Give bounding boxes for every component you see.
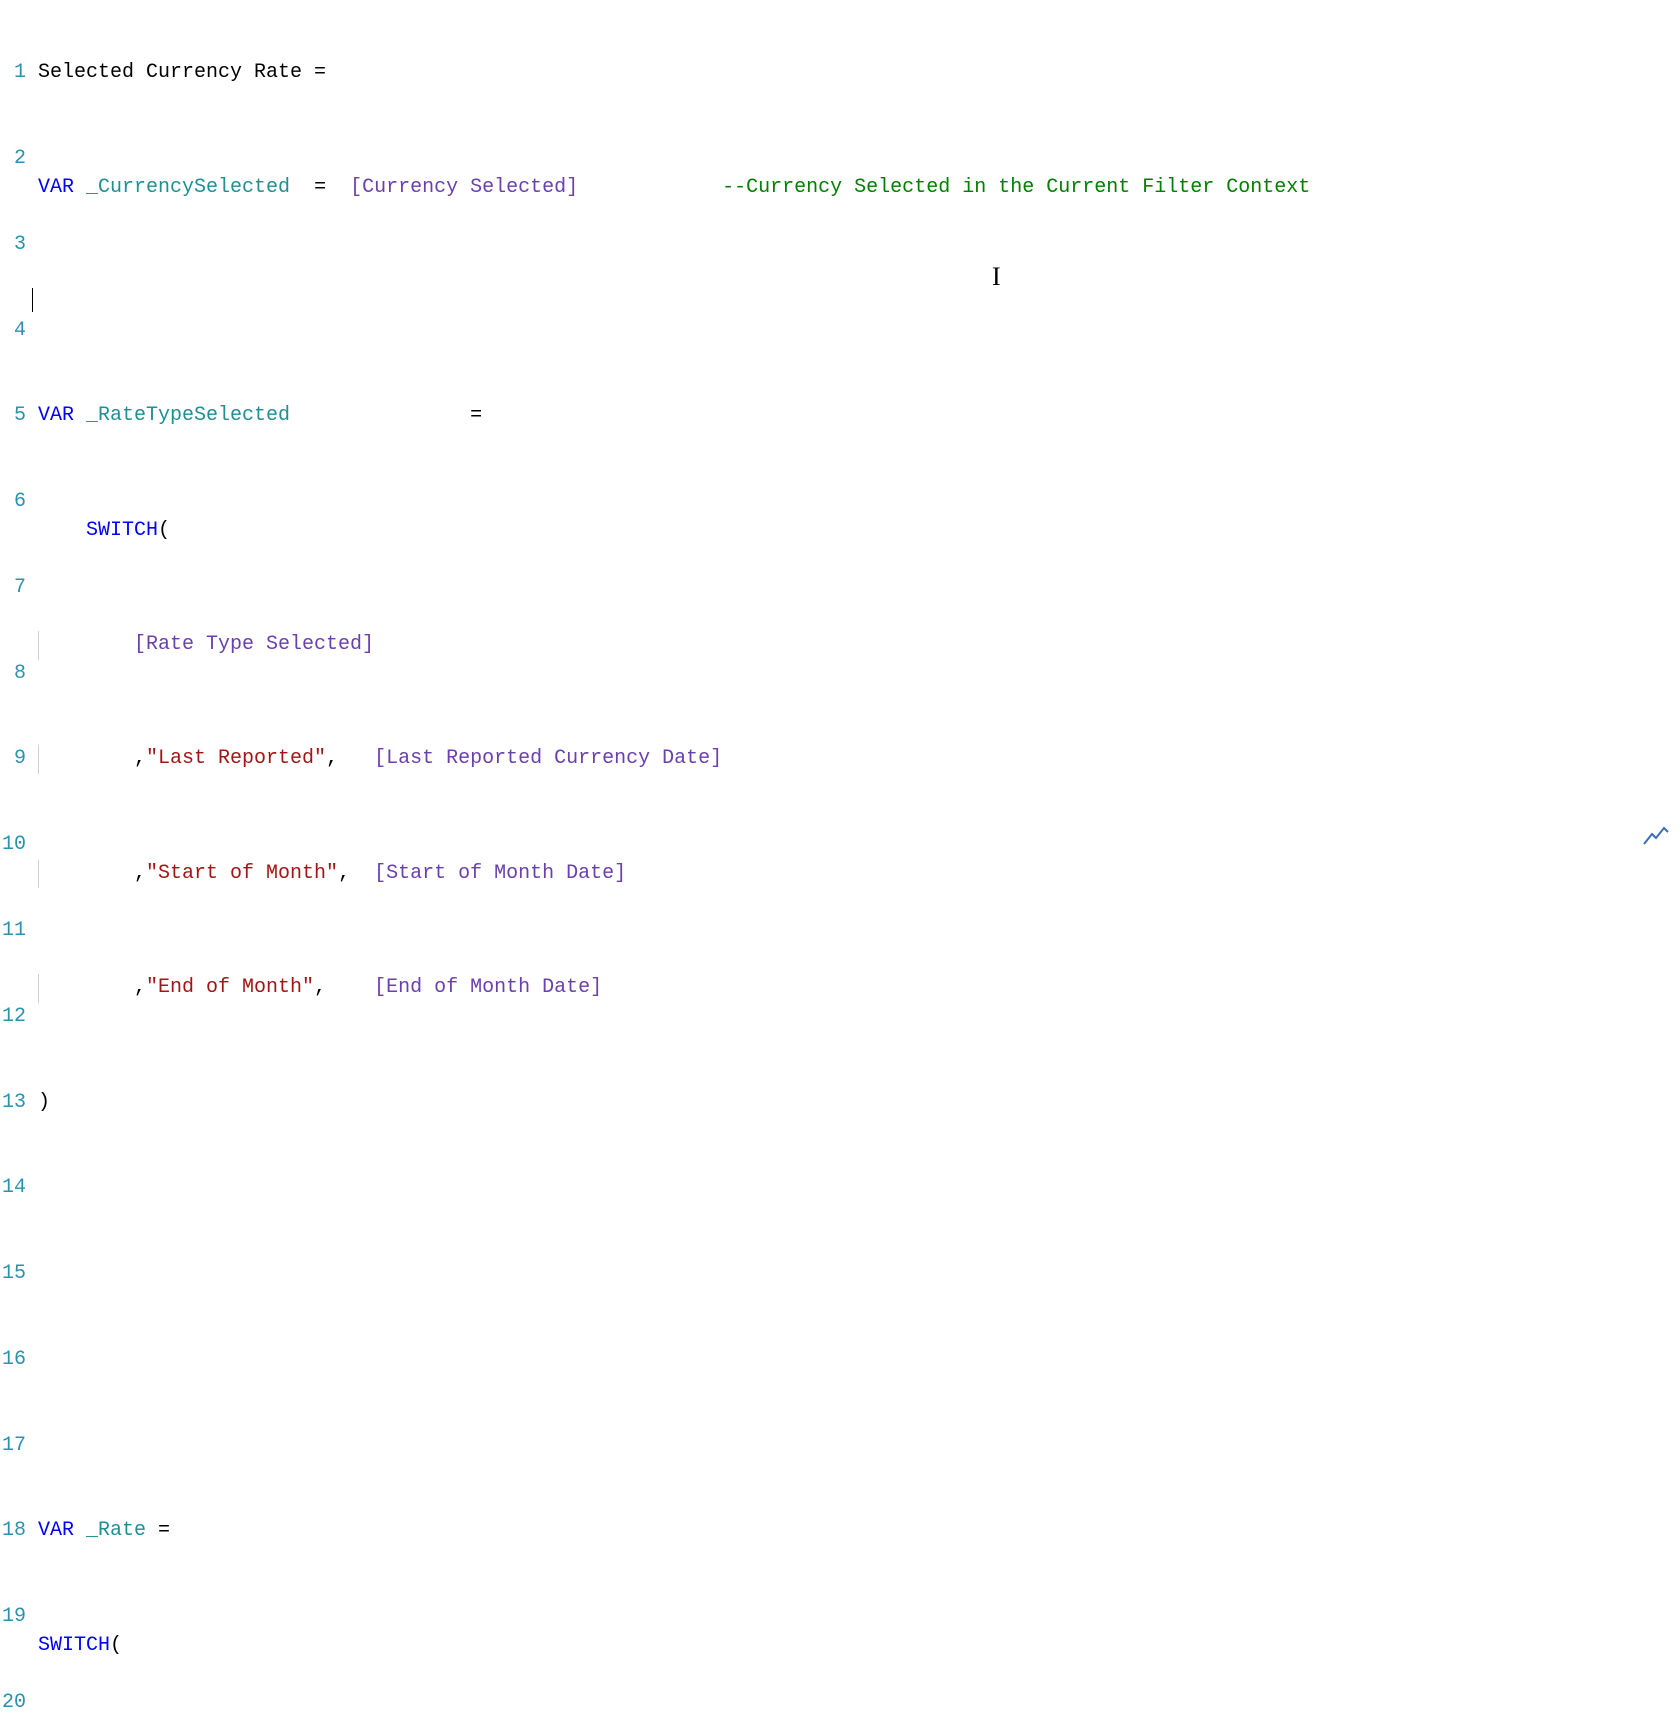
line-number: 15 bbox=[2, 1260, 26, 1289]
code-line: ,"End of Month", [End of Month Date] bbox=[38, 974, 1680, 1003]
line-number: 5 bbox=[2, 402, 26, 431]
code-line: SWITCH( bbox=[38, 1632, 1680, 1661]
keyword-var: VAR bbox=[38, 1519, 74, 1542]
measure-name: Selected Currency Rate = bbox=[38, 61, 326, 84]
measure-ref: [Currency Selected] bbox=[350, 176, 578, 199]
variable-name: _RateTypeSelected bbox=[74, 404, 290, 427]
code-line bbox=[38, 1403, 1680, 1432]
measure-ref: [Rate Type Selected] bbox=[134, 633, 374, 656]
code-line: VAR _RateTypeSelected = bbox=[38, 402, 1680, 431]
keyword-var: VAR bbox=[38, 176, 74, 199]
line-number-gutter: 1 2 3 4 5 6 7 8 9 10 11 12 13 14 15 16 1… bbox=[0, 0, 32, 1728]
code-line: [Rate Type Selected] bbox=[38, 631, 1680, 660]
line-number: 2 bbox=[2, 145, 26, 174]
line-number: 3 bbox=[2, 231, 26, 260]
variable-name: _Rate bbox=[74, 1519, 146, 1542]
code-line: SWITCH( bbox=[38, 517, 1680, 546]
measure-ref: [Start of Month Date] bbox=[374, 862, 626, 885]
variable-name: _CurrencySelected bbox=[74, 176, 290, 199]
keyword-var: VAR bbox=[38, 404, 74, 427]
line-number: 8 bbox=[2, 660, 26, 689]
function-switch: SWITCH bbox=[86, 519, 158, 542]
line-number: 13 bbox=[2, 1089, 26, 1118]
code-line bbox=[38, 1317, 1680, 1346]
code-line: ,"Last Reported", [Last Reported Currenc… bbox=[38, 745, 1680, 774]
watermark-icon bbox=[1642, 826, 1670, 858]
code-line bbox=[38, 1203, 1680, 1232]
line-number: 10 bbox=[2, 831, 26, 860]
code-line: VAR _Rate = bbox=[38, 1517, 1680, 1546]
code-line: VAR _CurrencySelected = [Currency Select… bbox=[38, 174, 1680, 203]
line-number: 1 bbox=[2, 59, 26, 88]
line-number: 7 bbox=[2, 574, 26, 603]
string-literal: "Start of Month" bbox=[146, 862, 338, 885]
line-number: 16 bbox=[2, 1346, 26, 1375]
string-literal: "Last Reported" bbox=[146, 747, 326, 770]
measure-ref: [Last Reported Currency Date] bbox=[374, 747, 722, 770]
code-line: ) bbox=[38, 1089, 1680, 1118]
line-number: 20 bbox=[2, 1689, 26, 1718]
line-number: 4 bbox=[2, 317, 26, 346]
measure-ref: [End of Month Date] bbox=[374, 976, 602, 999]
function-switch: SWITCH bbox=[38, 1634, 110, 1657]
text-caret bbox=[32, 288, 33, 312]
line-number: 19 bbox=[2, 1603, 26, 1632]
line-number: 17 bbox=[2, 1432, 26, 1461]
mouse-cursor-ibeam-icon: I bbox=[992, 263, 1001, 292]
dax-editor[interactable]: 1 2 3 4 5 6 7 8 9 10 11 12 13 14 15 16 1… bbox=[0, 0, 1680, 1728]
comment: --Currency Selected in the Current Filte… bbox=[722, 176, 1310, 199]
line-number: 14 bbox=[2, 1174, 26, 1203]
line-number: 6 bbox=[2, 488, 26, 517]
string-literal: "End of Month" bbox=[146, 976, 314, 999]
code-line: ,"Start of Month", [Start of Month Date] bbox=[38, 860, 1680, 889]
line-number: 18 bbox=[2, 1517, 26, 1546]
code-area[interactable]: Selected Currency Rate = VAR _CurrencySe… bbox=[32, 0, 1680, 1728]
line-number: 9 bbox=[2, 745, 26, 774]
line-number: 11 bbox=[2, 917, 26, 946]
line-number: 12 bbox=[2, 1003, 26, 1032]
code-line: Selected Currency Rate = bbox=[38, 59, 1680, 88]
code-line bbox=[38, 288, 1680, 317]
